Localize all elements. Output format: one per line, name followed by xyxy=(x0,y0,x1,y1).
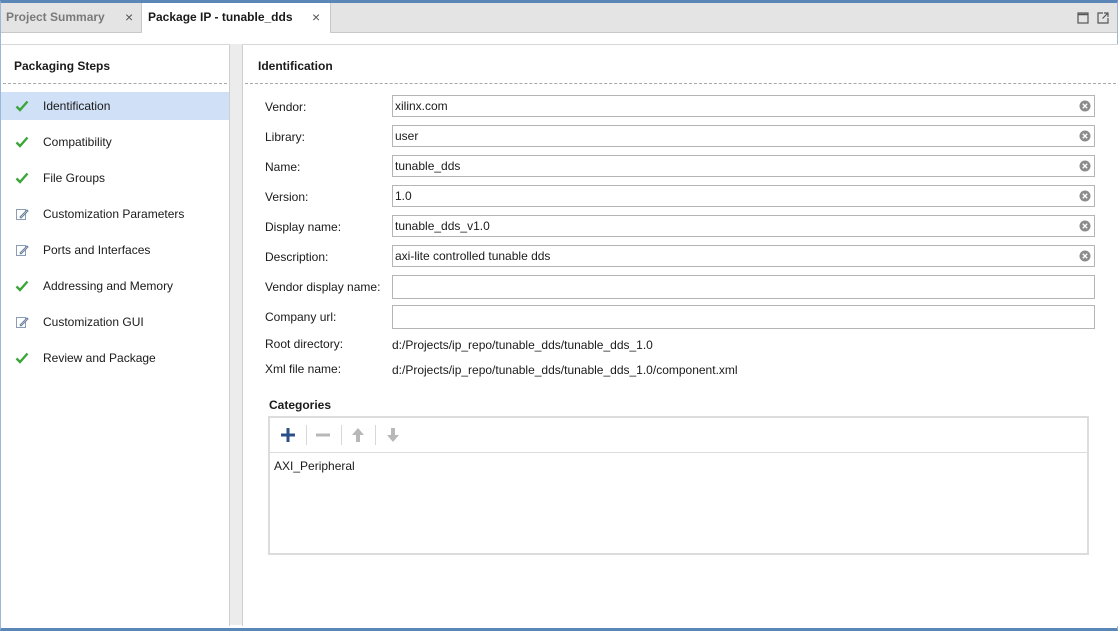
version-input[interactable] xyxy=(395,187,1075,205)
step-label: Customization Parameters xyxy=(43,207,185,221)
name-input[interactable] xyxy=(395,157,1075,175)
step-review-and-package[interactable]: Review and Package xyxy=(1,344,229,372)
tab-package-ip[interactable]: Package IP - tunable_dds × xyxy=(141,3,331,33)
edit-icon xyxy=(16,245,29,256)
step-label: Identification xyxy=(43,99,111,113)
step-label: Review and Package xyxy=(43,351,156,365)
name-field[interactable] xyxy=(392,155,1095,177)
maximize-icon[interactable] xyxy=(1077,12,1089,24)
version-label: Version: xyxy=(265,190,309,204)
step-ports-and-interfaces[interactable]: Ports and Interfaces xyxy=(1,236,229,264)
clear-icon[interactable] xyxy=(1079,160,1091,172)
clear-icon[interactable] xyxy=(1079,190,1091,202)
panel-title: Packaging Steps xyxy=(14,59,111,73)
edit-icon xyxy=(16,209,29,220)
step-addressing-and-memory[interactable]: Addressing and Memory xyxy=(1,272,229,300)
company-url-field[interactable] xyxy=(392,305,1095,329)
remove-icon[interactable] xyxy=(314,426,332,444)
list-item[interactable]: AXI_Peripheral xyxy=(274,459,355,473)
clear-icon[interactable] xyxy=(1079,250,1091,262)
library-input[interactable] xyxy=(395,127,1075,145)
step-customization-parameters[interactable]: Customization Parameters xyxy=(1,200,229,228)
close-icon[interactable]: × xyxy=(312,3,320,32)
step-customization-gui[interactable]: Customization GUI xyxy=(1,308,229,336)
root-directory-value: d:/Projects/ip_repo/tunable_dds/tunable_… xyxy=(392,338,653,352)
step-label: File Groups xyxy=(43,171,106,185)
company-url-input[interactable] xyxy=(395,307,1075,325)
step-identification[interactable]: Identification xyxy=(1,92,229,120)
version-field[interactable] xyxy=(392,185,1095,207)
clear-icon[interactable] xyxy=(1079,220,1091,232)
display-name-label: Display name: xyxy=(265,220,342,234)
check-icon xyxy=(15,352,29,364)
check-icon xyxy=(15,172,29,184)
vendor-label: Vendor: xyxy=(265,100,307,114)
tab-label: Project Summary xyxy=(6,10,105,24)
check-icon xyxy=(15,100,29,112)
editor-tab-bar: Project Summary × Package IP - tunable_d… xyxy=(1,3,1117,33)
display-name-field[interactable] xyxy=(392,215,1095,237)
categories-box: AXI_Peripheral xyxy=(268,416,1089,555)
xml-file-label: Xml file name: xyxy=(265,362,342,376)
panel-splitter[interactable] xyxy=(230,44,242,625)
step-label: Customization GUI xyxy=(43,315,144,329)
close-icon[interactable]: × xyxy=(125,3,133,32)
company-url-label: Company url: xyxy=(265,310,337,324)
description-label: Description: xyxy=(265,250,329,264)
toolbar-separator xyxy=(306,425,307,445)
xml-file-value: d:/Projects/ip_repo/tunable_dds/tunable_… xyxy=(392,363,738,377)
categories-toolbar xyxy=(270,418,1087,453)
section-title: Identification xyxy=(258,59,333,73)
toolbar-separator xyxy=(341,425,342,445)
step-label: Ports and Interfaces xyxy=(43,243,151,257)
clear-icon[interactable] xyxy=(1079,130,1091,142)
move-up-icon[interactable] xyxy=(349,426,367,444)
vendor-display-name-label: Vendor display name: xyxy=(265,280,381,294)
check-icon xyxy=(15,280,29,292)
move-down-icon[interactable] xyxy=(384,426,402,444)
step-compatibility[interactable]: Compatibility xyxy=(1,128,229,156)
root-directory-label: Root directory: xyxy=(265,337,344,351)
tab-project-summary[interactable]: Project Summary × xyxy=(1,3,141,32)
float-window-icon[interactable] xyxy=(1097,12,1109,24)
vendor-display-name-input[interactable] xyxy=(395,277,1075,295)
divider xyxy=(245,83,1116,84)
step-file-groups[interactable]: File Groups xyxy=(1,164,229,192)
name-label: Name: xyxy=(265,160,301,174)
description-input[interactable] xyxy=(395,247,1075,265)
check-icon xyxy=(15,136,29,148)
tab-label: Package IP - tunable_dds xyxy=(148,10,293,24)
vendor-display-name-field[interactable] xyxy=(392,275,1095,299)
identification-panel: Identification Vendor: Library: Name: Ve… xyxy=(242,44,1118,626)
step-label: Compatibility xyxy=(43,135,112,149)
packaging-steps-panel: Packaging Steps Identification Compatibi… xyxy=(1,44,230,626)
description-field[interactable] xyxy=(392,245,1095,267)
toolbar-separator xyxy=(375,425,376,445)
vendor-input[interactable] xyxy=(395,97,1075,115)
library-label: Library: xyxy=(265,130,306,144)
categories-title: Categories xyxy=(269,398,332,412)
library-field[interactable] xyxy=(392,125,1095,147)
display-name-input[interactable] xyxy=(395,217,1075,235)
step-label: Addressing and Memory xyxy=(43,279,174,293)
edit-icon xyxy=(16,317,29,328)
add-icon[interactable] xyxy=(279,426,297,444)
clear-icon[interactable] xyxy=(1079,100,1091,112)
vendor-field[interactable] xyxy=(392,95,1095,117)
divider xyxy=(3,83,227,84)
